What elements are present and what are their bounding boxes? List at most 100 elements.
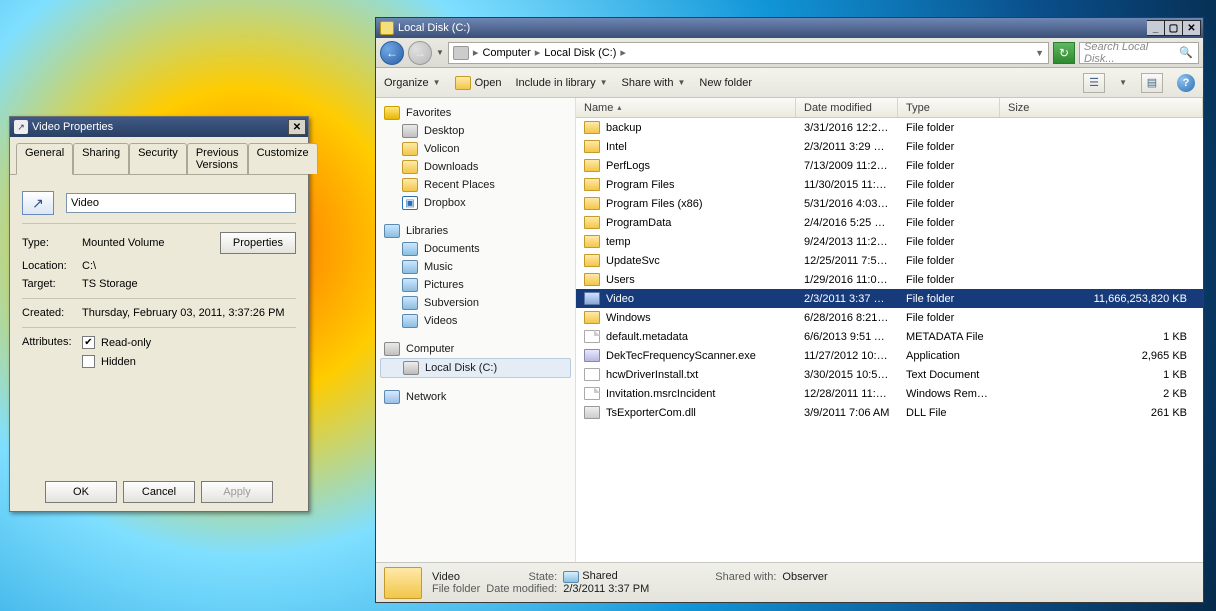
tab-previous[interactable]: Previous Versions bbox=[187, 143, 248, 174]
view-options-button[interactable]: ☰ bbox=[1083, 73, 1105, 93]
file-date: 3/31/2016 12:22 PM bbox=[796, 122, 898, 134]
hidden-checkbox[interactable] bbox=[82, 355, 95, 368]
status-datemod-value: 2/3/2011 3:37 PM bbox=[563, 583, 649, 595]
nav-item-videos[interactable]: Videos bbox=[376, 312, 575, 330]
file-name: ProgramData bbox=[606, 217, 671, 229]
search-input[interactable]: Search Local Disk... 🔍 bbox=[1079, 42, 1199, 64]
file-row[interactable]: PerfLogs7/13/2009 11:20 PMFile folder bbox=[576, 156, 1203, 175]
file-row[interactable]: Invitation.msrcIncident12/28/2011 11:55 … bbox=[576, 384, 1203, 403]
apply-button[interactable]: Apply bbox=[201, 481, 273, 503]
name-input[interactable] bbox=[66, 193, 296, 213]
breadcrumb-dropdown[interactable]: ▼ bbox=[1033, 48, 1044, 58]
tab-sharing[interactable]: Sharing bbox=[73, 143, 129, 174]
location-value: C:\ bbox=[82, 260, 296, 272]
file-row[interactable]: TsExporterCom.dll3/9/2011 7:06 AMDLL Fil… bbox=[576, 403, 1203, 422]
dialog-titlebar[interactable]: ↗ Video Properties ✕ bbox=[10, 117, 308, 137]
folder-icon bbox=[584, 216, 600, 229]
file-type: DLL File bbox=[898, 407, 1000, 419]
cancel-button[interactable]: Cancel bbox=[123, 481, 195, 503]
nav-item-recent[interactable]: Recent Places bbox=[376, 176, 575, 194]
file-row[interactable]: ProgramData2/4/2016 5:25 PMFile folder bbox=[576, 213, 1203, 232]
back-button[interactable]: ← bbox=[380, 41, 404, 65]
tab-general[interactable]: General bbox=[16, 143, 73, 175]
nav-group-libraries[interactable]: Libraries bbox=[376, 222, 575, 240]
view-dropdown[interactable]: ▼ bbox=[1119, 78, 1127, 87]
nav-group-network[interactable]: Network bbox=[376, 388, 575, 406]
nav-item-downloads[interactable]: Downloads bbox=[376, 158, 575, 176]
open-button[interactable]: Open bbox=[455, 76, 502, 90]
file-date: 2/3/2011 3:29 PM bbox=[796, 141, 898, 153]
nav-bar: ← → ▼ ▸ Computer ▸ Local Disk (C:) ▸ ▼ ↻… bbox=[376, 38, 1203, 68]
music-icon bbox=[402, 260, 418, 274]
file-row[interactable]: temp9/24/2013 11:24 AMFile folder bbox=[576, 232, 1203, 251]
column-type[interactable]: Type bbox=[898, 98, 1000, 117]
nav-item-music[interactable]: Music bbox=[376, 258, 575, 276]
file-size: 1 KB bbox=[1000, 369, 1203, 381]
nav-item-subversion[interactable]: Subversion bbox=[376, 294, 575, 312]
file-row[interactable]: DekTecFrequencyScanner.exe11/27/2012 10:… bbox=[576, 346, 1203, 365]
column-name[interactable]: Name▴ bbox=[576, 98, 796, 117]
nav-tree[interactable]: Favorites Desktop Volicon Downloads Rece… bbox=[376, 98, 576, 562]
file-name: backup bbox=[606, 122, 641, 134]
preview-pane-button[interactable]: ▤ bbox=[1141, 73, 1163, 93]
file-row[interactable]: Windows6/28/2016 8:21 PMFile folder bbox=[576, 308, 1203, 327]
nav-item-pictures[interactable]: Pictures bbox=[376, 276, 575, 294]
file-row[interactable]: Program Files (x86)5/31/2016 4:03 PMFile… bbox=[576, 194, 1203, 213]
close-button[interactable]: ✕ bbox=[1183, 20, 1201, 36]
file-date: 2/4/2016 5:25 PM bbox=[796, 217, 898, 229]
file-type: File folder bbox=[898, 274, 1000, 286]
file-row[interactable]: backup3/31/2016 12:22 PMFile folder bbox=[576, 118, 1203, 137]
help-button[interactable]: ? bbox=[1177, 74, 1195, 92]
search-icon[interactable]: 🔍 bbox=[1178, 45, 1194, 61]
folder-icon bbox=[384, 567, 422, 599]
readonly-checkbox[interactable]: ✔ bbox=[82, 336, 95, 349]
folder-icon bbox=[584, 121, 600, 134]
column-size[interactable]: Size bbox=[1000, 98, 1203, 117]
file-row[interactable]: Video2/3/2011 3:37 PMFile folder11,666,2… bbox=[576, 289, 1203, 308]
forward-button[interactable]: → bbox=[408, 41, 432, 65]
nav-item-volicon[interactable]: Volicon bbox=[376, 140, 575, 158]
folder-icon bbox=[584, 273, 600, 286]
folder-open-icon bbox=[455, 76, 471, 90]
file-row[interactable]: Intel2/3/2011 3:29 PMFile folder bbox=[576, 137, 1203, 156]
file-row[interactable]: Program Files11/30/2015 11:21 AMFile fol… bbox=[576, 175, 1203, 194]
file-list[interactable]: backup 3/31/2016 12:22 PM File folder Intel… bbox=[576, 118, 1203, 562]
properties-button[interactable]: Properties bbox=[220, 232, 296, 254]
share-with-menu[interactable]: Share with▼ bbox=[622, 77, 686, 89]
breadcrumb-segment[interactable]: Computer bbox=[482, 47, 530, 59]
close-button[interactable]: ✕ bbox=[288, 119, 306, 135]
minimize-button[interactable]: _ bbox=[1147, 20, 1165, 36]
include-in-library-menu[interactable]: Include in library▼ bbox=[515, 77, 607, 89]
breadcrumb[interactable]: ▸ Computer ▸ Local Disk (C:) ▸ ▼ bbox=[448, 42, 1049, 64]
file-name: TsExporterCom.dll bbox=[606, 407, 696, 419]
breadcrumb-segment[interactable]: Local Disk (C:) bbox=[544, 47, 616, 59]
maximize-button[interactable]: ▢ bbox=[1165, 20, 1183, 36]
folder-icon bbox=[584, 254, 600, 267]
tab-customize[interactable]: Customize bbox=[248, 143, 318, 174]
file-date: 11/30/2015 11:21 AM bbox=[796, 179, 898, 191]
libraries-icon bbox=[384, 224, 400, 238]
new-folder-button[interactable]: New folder bbox=[699, 77, 752, 89]
drive-icon bbox=[380, 21, 394, 35]
nav-group-computer[interactable]: Computer bbox=[376, 340, 575, 358]
nav-item-desktop[interactable]: Desktop bbox=[376, 122, 575, 140]
file-row[interactable]: default.metadata6/6/2013 9:51 AMMETADATA… bbox=[576, 327, 1203, 346]
tab-security[interactable]: Security bbox=[129, 143, 187, 174]
file-name: default.metadata bbox=[606, 331, 688, 343]
nav-item-dropbox[interactable]: ▣Dropbox bbox=[376, 194, 575, 212]
column-date[interactable]: Date modified bbox=[796, 98, 898, 117]
nav-item-local-disk[interactable]: Local Disk (C:) bbox=[380, 358, 571, 378]
ok-button[interactable]: OK bbox=[45, 481, 117, 503]
file-row[interactable]: hcwDriverInstall.txt3/30/2015 10:56 AMTe… bbox=[576, 365, 1203, 384]
folder-icon bbox=[584, 292, 600, 305]
properties-dialog: ↗ Video Properties ✕ General Sharing Sec… bbox=[9, 116, 309, 512]
file-row[interactable]: UpdateSvc12/25/2011 7:57 AMFile folder bbox=[576, 251, 1203, 270]
window-titlebar[interactable]: Local Disk (C:) _ ▢ ✕ bbox=[376, 18, 1203, 38]
column-headers: Name▴ Date modified Type Size bbox=[576, 98, 1203, 118]
organize-menu[interactable]: Organize▼ bbox=[384, 77, 441, 89]
nav-item-documents[interactable]: Documents bbox=[376, 240, 575, 258]
nav-group-favorites[interactable]: Favorites bbox=[376, 104, 575, 122]
file-row[interactable]: Users1/29/2016 11:00 AMFile folder bbox=[576, 270, 1203, 289]
history-dropdown[interactable]: ▼ bbox=[436, 48, 444, 57]
refresh-button[interactable]: ↻ bbox=[1053, 42, 1075, 64]
